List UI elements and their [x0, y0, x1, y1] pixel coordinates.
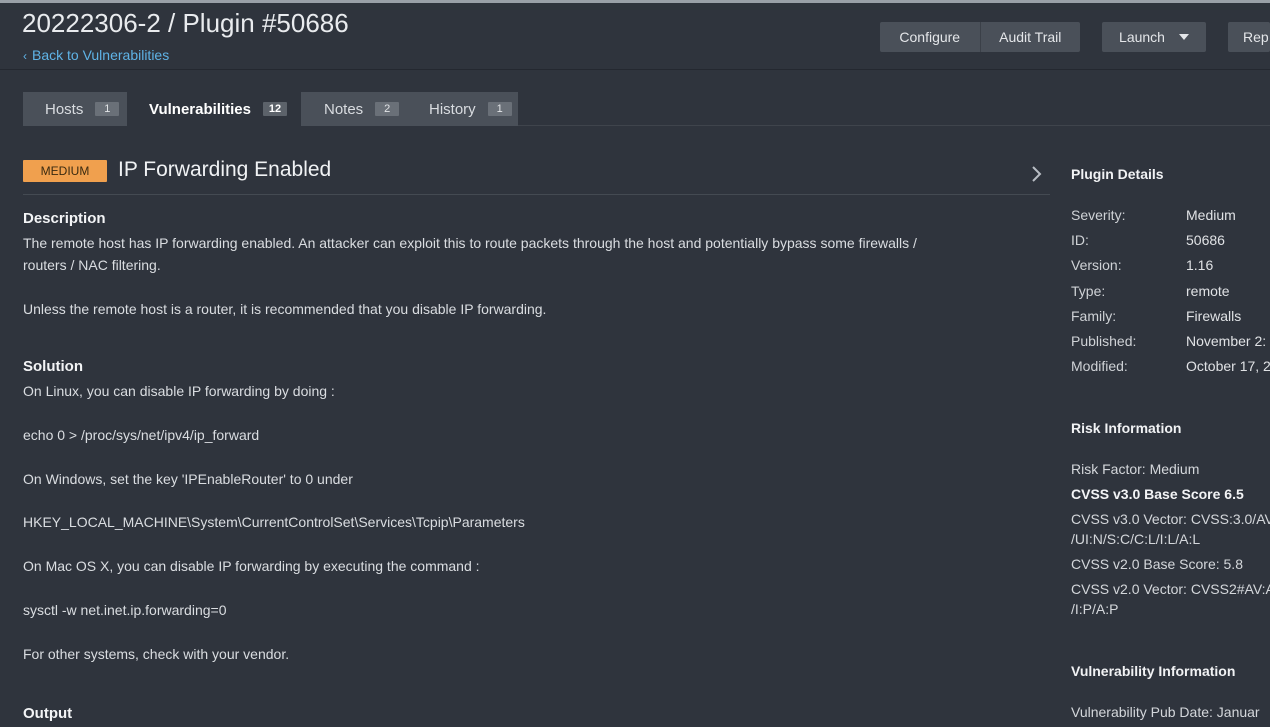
tab-vulnerabilities[interactable]: Vulnerabilities 12	[127, 92, 301, 126]
header-divider	[0, 69, 1270, 70]
back-to-vulnerabilities-link[interactable]: ‹ Back to Vulnerabilities	[23, 47, 169, 63]
audit-trail-button[interactable]: Audit Trail	[979, 22, 1081, 52]
chevron-right-icon[interactable]	[1031, 164, 1043, 184]
caret-down-icon	[1178, 34, 1189, 40]
plugin-detail-label: Modified:	[1071, 358, 1128, 374]
configure-button[interactable]: Configure	[880, 22, 980, 52]
report-button-label: Rep	[1243, 29, 1269, 45]
plugin-detail-value: Firewalls	[1186, 308, 1242, 324]
solution-text: On Linux, you can disable IP forwarding …	[23, 383, 335, 399]
cvss3-vector: CVSS v3.0 Vector: CVSS:3.0/AV:	[1071, 511, 1270, 527]
header-button-group: Configure Audit Trail	[880, 22, 1080, 52]
plugin-detail-label: ID:	[1071, 232, 1089, 248]
solution-text: On Mac OS X, you can disable IP forwardi…	[23, 558, 480, 574]
plugin-details-heading: Plugin Details	[1071, 166, 1164, 182]
vulnerability-information-heading: Vulnerability Information	[1071, 663, 1236, 679]
description-text: The remote host has IP forwarding enable…	[23, 235, 917, 251]
plugin-detail-label: Severity:	[1071, 207, 1126, 223]
plugin-detail-label: Type:	[1071, 283, 1106, 299]
top-border	[0, 0, 1270, 3]
chevron-left-icon: ‹	[23, 49, 27, 63]
tab-count-badge: 2	[375, 102, 400, 116]
tab-count-badge: 12	[262, 102, 287, 116]
vulnerability-title: IP Forwarding Enabled	[118, 158, 332, 181]
report-button[interactable]: Rep	[1228, 22, 1270, 52]
tabs-divider	[518, 125, 1270, 126]
solution-text: HKEY_LOCAL_MACHINE\System\CurrentControl…	[23, 514, 525, 530]
solution-text: echo 0 > /proc/sys/net/ipv4/ip_forward	[23, 427, 260, 443]
plugin-detail-value: 50686	[1186, 232, 1225, 248]
severity-badge: MEDIUM	[23, 160, 107, 182]
cvss2-vector-continued: /I:P/A:P	[1071, 601, 1119, 617]
tab-label: History	[429, 100, 476, 118]
description-heading: Description	[23, 210, 106, 227]
plugin-detail-label: Version:	[1071, 257, 1122, 273]
solution-heading: Solution	[23, 358, 83, 375]
vulnerability-pub-date: Vulnerability Pub Date: Januar	[1071, 704, 1260, 720]
solution-text: On Windows, set the key 'IPEnableRouter'…	[23, 471, 353, 487]
tab-count-badge: 1	[95, 102, 120, 116]
output-heading: Output	[23, 705, 73, 722]
risk-factor: Risk Factor: Medium	[1071, 461, 1200, 477]
tab-hosts[interactable]: Hosts 1	[23, 92, 127, 126]
tab-label: Notes	[324, 100, 364, 118]
solution-text: For other systems, check with your vendo…	[23, 646, 290, 662]
plugin-detail-value: Medium	[1186, 207, 1236, 223]
launch-button[interactable]: Launch	[1102, 22, 1206, 52]
cvss3-vector-continued: /UI:N/S:C/C:L/I:L/A:L	[1071, 531, 1201, 547]
plugin-detail-value: October 17, 2	[1186, 358, 1270, 374]
tab-label: Vulnerabilities	[149, 100, 251, 118]
tab-count-badge: 1	[487, 102, 512, 116]
launch-button-label: Launch	[1119, 29, 1165, 45]
tab-notes[interactable]: Notes 2	[301, 92, 405, 126]
description-text: routers / NAC filtering.	[23, 257, 161, 273]
plugin-detail-label: Family:	[1071, 308, 1117, 324]
cvss3-base-score: CVSS v3.0 Base Score 6.5	[1071, 486, 1244, 502]
plugin-detail-value: 1.16	[1186, 257, 1214, 273]
solution-text: sysctl -w net.inet.ip.forwarding=0	[23, 602, 227, 618]
plugin-detail-value: remote	[1186, 283, 1230, 299]
plugin-detail-value: November 2:	[1186, 333, 1267, 349]
cvss2-base-score: CVSS v2.0 Base Score: 5.8	[1071, 556, 1243, 572]
plugin-detail-label: Published:	[1071, 333, 1137, 349]
title-divider	[23, 194, 1050, 195]
page-title: 20222306-2 / Plugin #50686	[22, 8, 349, 38]
tab-history[interactable]: History 1	[405, 92, 518, 126]
cvss2-vector: CVSS v2.0 Vector: CVSS2#AV:A	[1071, 581, 1270, 597]
back-link-label: Back to Vulnerabilities	[32, 47, 170, 63]
tab-bar: Hosts 1 Vulnerabilities 12 Notes 2 Histo…	[23, 92, 518, 126]
tab-label: Hosts	[45, 100, 84, 118]
description-text: Unless the remote host is a router, it i…	[23, 301, 547, 317]
risk-information-heading: Risk Information	[1071, 420, 1182, 436]
